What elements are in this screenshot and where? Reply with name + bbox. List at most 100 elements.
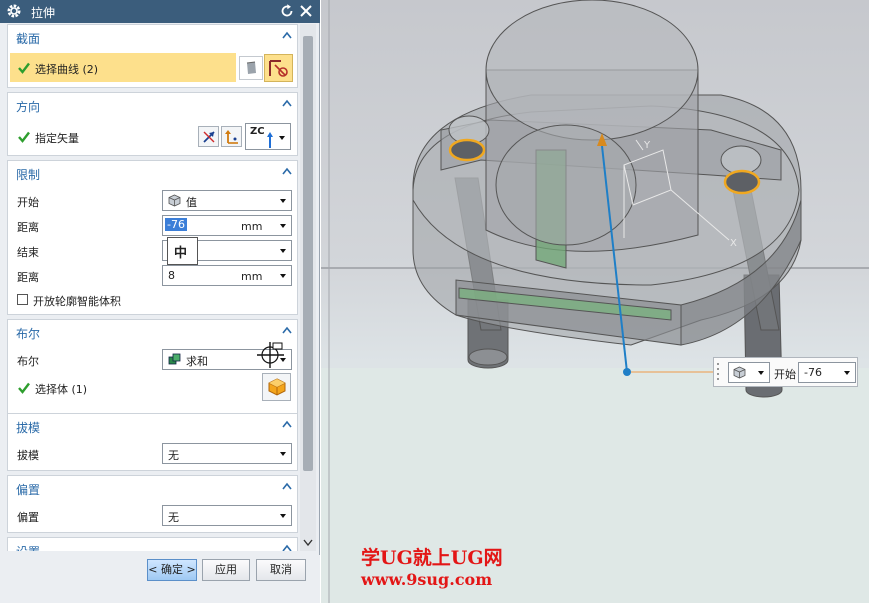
move-cursor-icon bbox=[257, 342, 284, 368]
chevron-down-icon bbox=[280, 199, 286, 203]
ime-indicator: 中 bbox=[167, 237, 198, 265]
offset-value: 无 bbox=[168, 511, 179, 524]
dialog-scrollbar[interactable] bbox=[300, 24, 316, 551]
curve-rule-button[interactable] bbox=[239, 56, 263, 80]
start-select[interactable]: 值 bbox=[162, 190, 292, 211]
distance2-value: 8 bbox=[168, 269, 175, 282]
vector-icon bbox=[267, 132, 273, 148]
distance1-unit: mm bbox=[241, 220, 263, 233]
extrude-dialog: 拉伸 截面 选择曲线 (2) 方向 指定矢量 ZC 限制 开始 值 距离 -76… bbox=[0, 0, 320, 603]
scrollbar-thumb[interactable] bbox=[303, 36, 313, 471]
chevron-down-icon bbox=[844, 371, 850, 375]
select-body-label: 选择体 (1) bbox=[35, 383, 88, 396]
curve-icon bbox=[246, 61, 256, 74]
draft-value: 无 bbox=[168, 449, 179, 462]
value-icon bbox=[733, 366, 746, 379]
boolean-group-title: 布尔 bbox=[16, 327, 41, 341]
chevron-up-icon[interactable] bbox=[282, 482, 292, 490]
dialog-title-bar[interactable]: 拉伸 bbox=[0, 0, 320, 23]
distance1-input[interactable]: -76 mm bbox=[162, 215, 292, 236]
vector-select[interactable]: ZC bbox=[245, 123, 291, 150]
check-icon bbox=[18, 62, 30, 74]
chevron-up-icon[interactable] bbox=[282, 326, 292, 334]
limits-group-title: 限制 bbox=[16, 168, 41, 182]
draft-select[interactable]: 无 bbox=[162, 443, 292, 464]
sketch-icon bbox=[269, 60, 288, 77]
section-group-title: 截面 bbox=[16, 32, 41, 46]
draft-group-title: 拔模 bbox=[16, 421, 41, 435]
chevron-up-icon[interactable] bbox=[282, 31, 292, 39]
selected-edge[interactable] bbox=[723, 169, 761, 195]
open-profile-label: 开放轮廓智能体积 bbox=[33, 295, 121, 308]
graphics-viewport[interactable]: Y X 开始 -76 学UG就上UG网 www.9sug.com bbox=[321, 0, 869, 603]
vector-dialog-icon bbox=[225, 130, 238, 144]
chevron-down-icon bbox=[279, 136, 285, 140]
select-curve-row[interactable]: 选择曲线 (2) bbox=[10, 53, 236, 82]
settings-group: 设置 bbox=[7, 537, 298, 551]
apply-button[interactable]: 应用 bbox=[202, 559, 250, 581]
draft-label: 拔模 bbox=[17, 449, 39, 462]
chevron-up-icon[interactable] bbox=[282, 544, 292, 551]
watermark-url: www.9sug.com bbox=[361, 570, 493, 589]
offset-group-header[interactable]: 偏置 bbox=[8, 476, 297, 498]
draft-group: 拔模 拔模 无 bbox=[7, 413, 298, 471]
chevron-down-icon[interactable] bbox=[303, 539, 313, 547]
chevron-up-icon[interactable] bbox=[282, 420, 292, 428]
chevron-down-icon bbox=[280, 249, 286, 253]
settings-group-title: 设置 bbox=[16, 543, 40, 551]
vector-dialog-button[interactable] bbox=[221, 126, 242, 147]
chevron-down-icon bbox=[280, 274, 286, 278]
chevron-up-icon[interactable] bbox=[282, 99, 292, 107]
reset-icon[interactable] bbox=[279, 3, 295, 19]
drag-handle-icon[interactable] bbox=[716, 362, 720, 382]
distance1-label: 距离 bbox=[17, 221, 39, 234]
limits-group: 限制 开始 值 距离 -76 mm 结束 中 距离 8 mm 开放轮廓智能体积 bbox=[7, 160, 298, 315]
dialog-title: 拉伸 bbox=[31, 6, 56, 20]
sketch-section-button[interactable] bbox=[264, 54, 293, 82]
watermark-title: 学UG就上UG网 bbox=[361, 547, 503, 569]
close-icon[interactable] bbox=[298, 3, 314, 19]
offset-select[interactable]: 无 bbox=[162, 505, 292, 526]
onscreen-limit-type-select[interactable] bbox=[728, 362, 770, 383]
section-group-header[interactable]: 截面 bbox=[8, 25, 297, 47]
reverse-direction-button[interactable] bbox=[198, 126, 219, 147]
boolean-group: 布尔 布尔 求和 选择体 (1) bbox=[7, 319, 298, 416]
select-body-button[interactable] bbox=[262, 373, 291, 401]
onscreen-start-value: -76 bbox=[804, 366, 822, 379]
reverse-direction-icon bbox=[203, 131, 215, 143]
unite-icon bbox=[168, 353, 181, 365]
check-icon bbox=[18, 131, 30, 143]
chevron-up-icon[interactable] bbox=[282, 167, 292, 175]
direction-group-header[interactable]: 方向 bbox=[8, 93, 297, 115]
selected-edge[interactable] bbox=[448, 138, 486, 162]
open-profile-checkbox[interactable] bbox=[17, 294, 28, 305]
distance2-label: 距离 bbox=[17, 271, 39, 284]
draft-group-header[interactable]: 拔模 bbox=[8, 414, 297, 436]
distance2-unit: mm bbox=[241, 270, 263, 283]
boolean-group-header[interactable]: 布尔 bbox=[8, 320, 297, 342]
onscreen-input-bar: 开始 -76 bbox=[713, 357, 858, 387]
boolean-value: 求和 bbox=[186, 355, 208, 368]
axis-label-x: X bbox=[730, 238, 737, 249]
chevron-down-icon bbox=[280, 452, 286, 456]
body-select-icon bbox=[268, 378, 286, 396]
onscreen-start-input[interactable]: -76 bbox=[798, 362, 856, 383]
ime-indicator-text: 中 bbox=[174, 246, 188, 261]
axis-label-y: Y bbox=[643, 140, 651, 151]
vector-origin-handle[interactable] bbox=[623, 368, 631, 376]
settings-group-header[interactable]: 设置 bbox=[8, 538, 297, 551]
distance2-input[interactable]: 8 mm bbox=[162, 265, 292, 286]
offset-group-title: 偏置 bbox=[16, 483, 41, 497]
model-view[interactable]: Y X bbox=[321, 0, 869, 603]
chevron-down-icon bbox=[758, 371, 764, 375]
limits-group-header[interactable]: 限制 bbox=[8, 161, 297, 183]
chevron-down-icon bbox=[280, 514, 286, 518]
offset-label: 偏置 bbox=[17, 511, 39, 524]
distance1-value: -76 bbox=[165, 218, 187, 231]
cancel-button[interactable]: 取消 bbox=[256, 559, 306, 581]
direction-group-title: 方向 bbox=[16, 100, 41, 114]
gear-icon bbox=[7, 4, 21, 18]
ok-button[interactable]: < 确定 > bbox=[147, 559, 197, 581]
specify-vector-label: 指定矢量 bbox=[35, 132, 79, 145]
chevron-down-icon bbox=[280, 224, 286, 228]
